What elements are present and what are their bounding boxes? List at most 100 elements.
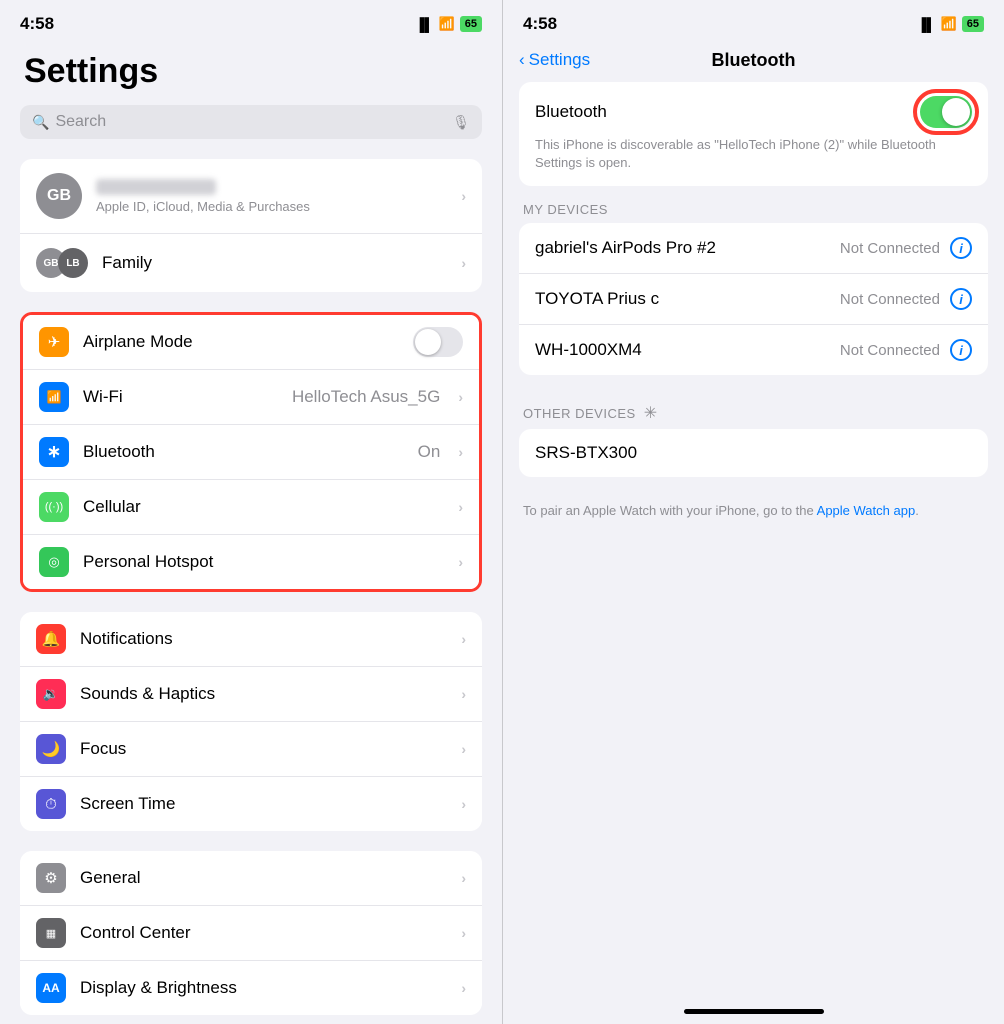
device-name-wh1000: WH-1000XM4 [535,340,840,360]
status-icons-left: ▐▌ 📶 65 [415,16,482,32]
device-row-toyota[interactable]: TOYOTA Prius c Not Connected i [519,274,988,325]
info-button-toyota[interactable]: i [950,288,972,310]
device-name-toyota: TOYOTA Prius c [535,289,840,309]
bluetooth-subtitle: This iPhone is discoverable as "HelloTec… [535,136,972,172]
sounds-icon: 🔉 [36,679,66,709]
search-icon: 🔍 [32,114,49,131]
chevron-focus: › [461,741,466,757]
device-row-airpods[interactable]: gabriel's AirPods Pro #2 Not Connected i [519,223,988,274]
wifi-icon-left: 📶 [439,16,455,32]
profile-name-blurred [96,179,216,195]
search-placeholder: Search [55,113,446,131]
display-brightness-row[interactable]: AA Display & Brightness › [20,961,482,1015]
device-row-wh1000[interactable]: WH-1000XM4 Not Connected i [519,325,988,375]
info-button-airpods[interactable]: i [950,237,972,259]
notifications-row[interactable]: 🔔 Notifications › [20,612,482,667]
status-bar-left: 4:58 ▐▌ 📶 65 [0,0,502,42]
other-device-name-srs: SRS-BTX300 [535,443,637,462]
device-status-wh1000: Not Connected [840,342,940,359]
apple-watch-link[interactable]: Apple Watch app [817,503,916,518]
chevron-notifications: › [461,631,466,647]
profile-row-family[interactable]: GB LB Family › [20,234,482,292]
signal-icon-left: ▐▌ [415,17,433,32]
status-bar-right: 4:58 ▐▌ 📶 65 [503,0,1004,42]
sounds-label: Sounds & Haptics [80,684,447,704]
airplane-toggle-knob [415,329,441,355]
sounds-row[interactable]: 🔉 Sounds & Haptics › [20,667,482,722]
profile-row-main[interactable]: GB Apple ID, iCloud, Media & Purchases › [20,159,482,234]
bluetooth-toggle-switch[interactable] [920,96,972,128]
chevron-cellular: › [458,499,463,515]
screen-time-row[interactable]: ⏱ Screen Time › [20,777,482,831]
display-icon: AA [36,973,66,1003]
notifications-icon: 🔔 [36,624,66,654]
general-icon: ⚙ [36,863,66,893]
info-button-wh1000[interactable]: i [950,339,972,361]
general-row[interactable]: ⚙ General › [20,851,482,906]
bluetooth-row[interactable]: ∗ Bluetooth On › [23,425,479,480]
searching-spinner: ✳ [644,403,657,423]
device-status-toyota: Not Connected [840,291,940,308]
chevron-hotspot: › [458,554,463,570]
my-devices-list: gabriel's AirPods Pro #2 Not Connected i… [519,223,988,375]
profile-info: Apple ID, iCloud, Media & Purchases [96,179,447,214]
notifications-group: 🔔 Notifications › 🔉 Sounds & Haptics › 🌙… [20,612,482,831]
bluetooth-toggle-row: Bluetooth [535,96,972,128]
wifi-icon-right: 📶 [941,16,957,32]
time-right: 4:58 [523,14,557,34]
wifi-label: Wi-Fi [83,387,278,407]
back-label: Settings [529,50,590,70]
search-bar[interactable]: 🔍 Search 🎙 [20,105,482,139]
status-icons-right: ▐▌ 📶 65 [917,16,984,32]
control-center-row[interactable]: ▦ Control Center › [20,906,482,961]
other-devices-list: SRS-BTX300 [519,429,988,477]
back-button[interactable]: ‹ Settings [519,50,590,70]
focus-row[interactable]: 🌙 Focus › [20,722,482,777]
chevron-bluetooth: › [458,444,463,460]
personal-hotspot-row[interactable]: ◎ Personal Hotspot › [23,535,479,589]
wifi-row[interactable]: 📶 Wi-Fi HelloTech Asus_5G › [23,370,479,425]
right-nav: ‹ Settings Bluetooth [503,42,1004,82]
chevron-display: › [461,980,466,996]
battery-right: 65 [962,16,984,32]
bluetooth-toggle-label: Bluetooth [535,102,607,122]
device-name-airpods: gabriel's AirPods Pro #2 [535,238,840,258]
device-status-airpods: Not Connected [840,240,940,257]
mic-icon: 🎙 [452,114,470,131]
general-label: General [80,868,447,888]
chevron-sounds: › [461,686,466,702]
avatar-lb: LB [58,248,88,278]
notifications-label: Notifications [80,629,447,649]
wifi-value: HelloTech Asus_5G [292,387,440,407]
back-chevron-icon: ‹ [519,50,525,70]
right-content: Bluetooth This iPhone is discoverable as… [503,82,1004,993]
avatar-family: GB LB [36,248,88,278]
other-devices-header: Other Devices [523,406,636,421]
other-device-row-srs[interactable]: SRS-BTX300 [519,429,988,477]
hotspot-label: Personal Hotspot [83,552,444,572]
airplane-mode-toggle[interactable] [413,327,463,357]
chevron-profile: › [461,188,466,204]
profile-group: GB Apple ID, iCloud, Media & Purchases ›… [20,159,482,292]
hotspot-icon: ◎ [39,547,69,577]
screen-time-label: Screen Time [80,794,447,814]
display-label: Display & Brightness [80,978,447,998]
cellular-icon: ((·)) [39,492,69,522]
focus-label: Focus [80,739,447,759]
airplane-mode-icon: ✈ [39,327,69,357]
chevron-family: › [461,255,466,271]
wifi-icon-row: 📶 [39,382,69,412]
profile-sub: Apple ID, iCloud, Media & Purchases [96,199,447,214]
chevron-screen-time: › [461,796,466,812]
avatar-main: GB [36,173,82,219]
airplane-mode-row[interactable]: ✈ Airplane Mode [23,315,479,370]
left-panel: 4:58 ▐▌ 📶 65 Settings 🔍 Search 🎙 GB Appl… [0,0,502,1024]
bluetooth-toggle-card: Bluetooth This iPhone is discoverable as… [519,82,988,186]
control-center-icon: ▦ [36,918,66,948]
chevron-wifi: › [458,389,463,405]
other-devices-section: Other Devices ✳ [519,395,988,429]
cellular-label: Cellular [83,497,444,517]
cellular-row[interactable]: ((·)) Cellular › [23,480,479,535]
bluetooth-value: On [418,442,441,462]
signal-icon-right: ▐▌ [917,17,935,32]
